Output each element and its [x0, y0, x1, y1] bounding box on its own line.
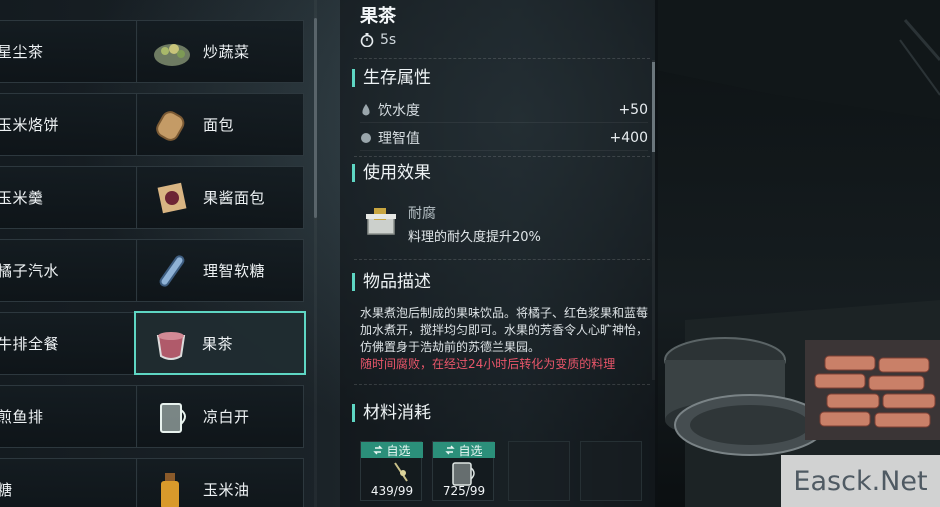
stat-value: +50: [618, 101, 648, 118]
recipe-name: 果酱面包: [203, 189, 266, 207]
recipe-name: 面包: [203, 116, 235, 134]
cook-time: 5s: [360, 32, 396, 48]
watermark: Easck.Net: [781, 455, 940, 507]
select-tag-label: 自选: [386, 443, 411, 458]
materials-header: 材料消耗: [352, 404, 431, 422]
brain-icon: [361, 132, 371, 143]
recipe-card[interactable]: 炒蔬菜: [136, 20, 304, 83]
recipe-name: 玉米羹: [0, 189, 44, 207]
stat-value: +400: [609, 129, 648, 146]
recipe-thumbnail: [151, 177, 193, 219]
recipe-card-selected[interactable]: 果茶: [134, 311, 306, 375]
recipe-card[interactable]: 玉米油: [136, 458, 304, 507]
recipe-name: 星尘茶: [0, 43, 44, 61]
description-text: 水果煮泡后制成的果味饮品。将橘子、红色浆果和蓝莓加水煮开，搅拌均匀即可。水果的芳…: [360, 306, 649, 354]
survival-stats-header: 生存属性: [352, 69, 431, 87]
spoilage-warning: 随时间腐败，在经过24小时后转化为变质的料理: [360, 357, 616, 371]
divider: [354, 156, 650, 157]
recipe-detail-panel: 果茶 5s 生存属性 饮水度 +50 理智值 +400 使用效果 耐腐 料理的耐…: [340, 0, 658, 507]
recipe-thumbnail: [151, 31, 193, 73]
cook-time-value: 5s: [380, 32, 397, 48]
material-quantity: 725/99: [442, 484, 486, 498]
recipe-card[interactable]: 凉白开: [136, 385, 304, 448]
recipe-thumbnail: [151, 104, 193, 146]
kitchen-scene: [655, 0, 940, 507]
recipe-title: 果茶: [360, 6, 396, 27]
recipe-thumbnail: [151, 250, 193, 292]
stove-illustration: [655, 0, 940, 507]
recipe-card[interactable]: 橘子汽水: [0, 239, 138, 302]
recipe-card[interactable]: 玉米羹: [0, 166, 138, 229]
recipe-name: 煎鱼排: [0, 408, 44, 426]
material-slot-empty: [580, 441, 642, 501]
swap-icon: [445, 445, 456, 455]
recipe-scrollbar-thumb[interactable]: [314, 18, 317, 218]
material-slot-empty: [508, 441, 570, 501]
recipe-card[interactable]: 煎鱼排: [0, 385, 138, 448]
stat-label: 饮水度: [378, 102, 420, 119]
select-tag[interactable]: 自选: [433, 442, 495, 458]
recipe-card[interactable]: 糖: [0, 458, 138, 507]
effect-name: 耐腐: [408, 206, 436, 222]
material-quantity: 439/99: [370, 484, 414, 498]
divider: [354, 384, 650, 385]
water-drop-icon: [362, 103, 370, 115]
recipe-name: 凉白开: [203, 408, 250, 426]
recipe-card[interactable]: 果酱面包: [136, 166, 304, 229]
recipe-card[interactable]: 玉米烙饼: [0, 93, 138, 156]
stat-row-sanity: 理智值 +400: [360, 125, 648, 151]
recipe-name: 理智软糖: [203, 262, 266, 280]
stat-label: 理智值: [378, 130, 420, 147]
description-header: 物品描述: [352, 273, 431, 291]
recipe-thumbnail: [151, 469, 193, 507]
stat-row-hydration: 饮水度 +50: [360, 97, 648, 123]
select-tag-label: 自选: [458, 443, 483, 458]
recipe-list: 星尘茶 炒蔬菜 玉米烙饼 面包 玉米羹 果酱面包 橘子汽水 理智软糖 牛排全餐 …: [0, 0, 316, 507]
select-tag[interactable]: 自选: [361, 442, 423, 458]
preservation-icon: [366, 208, 396, 235]
recipe-thumbnail: [151, 396, 193, 438]
recipe-name: 炒蔬菜: [203, 43, 250, 61]
recipe-card[interactable]: 星尘茶: [0, 20, 138, 83]
recipe-card[interactable]: 面包: [136, 93, 304, 156]
recipe-name: 玉米油: [203, 481, 250, 499]
effect-header: 使用效果: [352, 164, 431, 182]
recipe-name: 橘子汽水: [0, 262, 60, 280]
material-slot[interactable]: 自选 439/99: [360, 441, 423, 501]
recipe-name: 玉米烙饼: [0, 116, 60, 134]
recipe-card[interactable]: 牛排全餐: [0, 312, 138, 375]
stopwatch-icon: [360, 33, 374, 47]
material-slot[interactable]: 自选 725/99: [432, 441, 495, 501]
recipe-card[interactable]: 理智软糖: [136, 239, 304, 302]
divider: [354, 259, 650, 260]
item-description: 水果煮泡后制成的果味饮品。将橘子、红色浆果和蓝莓加水煮开，搅拌均匀即可。水果的芳…: [360, 305, 650, 371]
recipe-name: 牛排全餐: [0, 335, 60, 353]
recipe-name: 果茶: [202, 334, 234, 353]
recipe-name: 糖: [0, 481, 13, 499]
divider: [354, 58, 650, 59]
recipe-thumbnail: [150, 322, 192, 364]
swap-icon: [373, 445, 384, 455]
effect-description: 料理的耐久度提升20%: [408, 230, 541, 245]
detail-scrollbar-thumb[interactable]: [652, 62, 655, 152]
